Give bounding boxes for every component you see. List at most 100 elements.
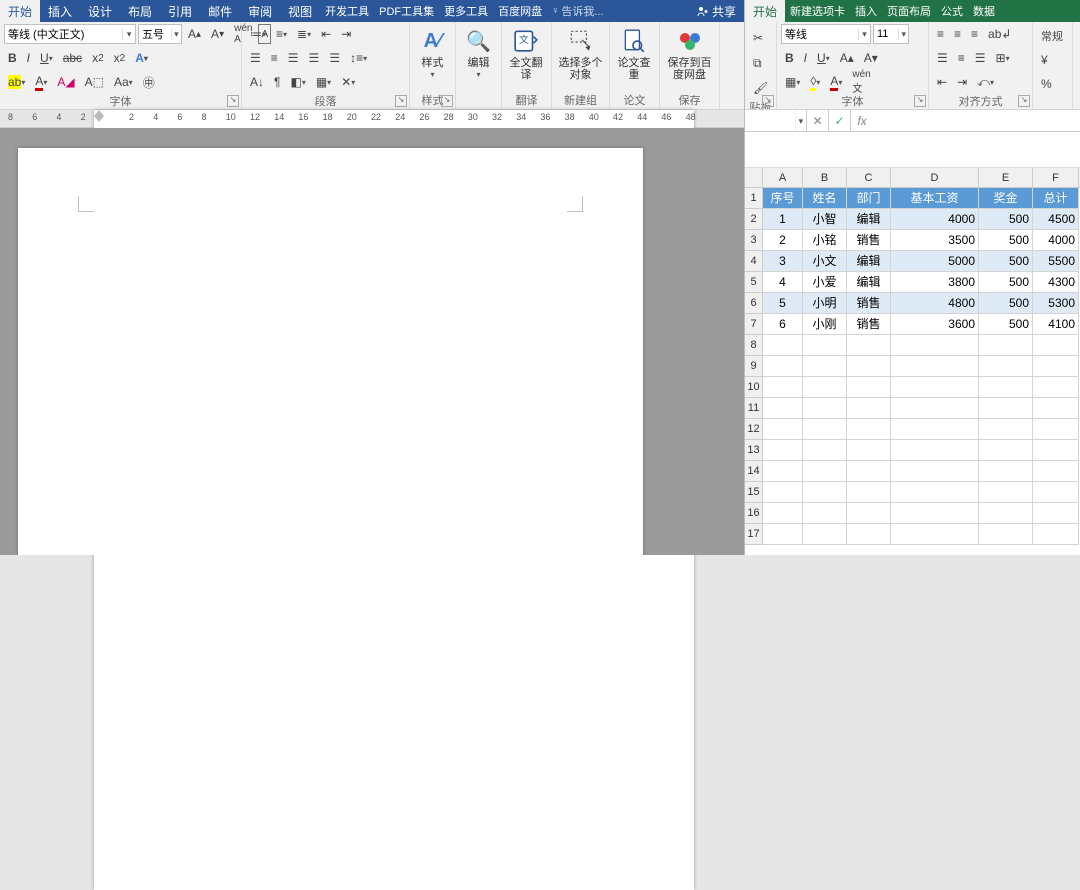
- cell[interactable]: [847, 482, 891, 503]
- word-tab-devtools[interactable]: 开发工具: [320, 0, 374, 22]
- select-all-corner[interactable]: [745, 168, 763, 187]
- cell[interactable]: 4500: [1033, 209, 1079, 230]
- cell[interactable]: 4300: [1033, 272, 1079, 293]
- word-tab-pdf[interactable]: PDF工具集: [374, 0, 439, 22]
- subscript-button[interactable]: x2: [88, 48, 108, 68]
- cell[interactable]: 5500: [1033, 251, 1079, 272]
- col-header-F[interactable]: F: [1033, 168, 1079, 187]
- indent-marker[interactable]: [94, 110, 104, 118]
- sort-button[interactable]: A↓: [246, 72, 268, 92]
- cell[interactable]: [847, 335, 891, 356]
- cell[interactable]: [979, 377, 1033, 398]
- cell[interactable]: [803, 524, 847, 545]
- header-cell[interactable]: 基本工资: [891, 188, 979, 209]
- excel-tab-insert[interactable]: 插入: [850, 0, 882, 22]
- superscript-button[interactable]: x2: [110, 48, 130, 68]
- align-bottom-button[interactable]: ≡: [967, 24, 982, 44]
- cell[interactable]: [891, 377, 979, 398]
- clear-format-button[interactable]: A◢: [53, 72, 78, 92]
- word-tab-references[interactable]: 引用: [160, 0, 200, 23]
- cell[interactable]: [1033, 482, 1079, 503]
- cell[interactable]: 500: [979, 293, 1033, 314]
- cell[interactable]: [979, 524, 1033, 545]
- cell[interactable]: [763, 335, 803, 356]
- bold-button[interactable]: B: [4, 48, 21, 68]
- cell[interactable]: 编辑: [847, 209, 891, 230]
- enter-formula-button[interactable]: ✓: [829, 110, 851, 131]
- thesis-button[interactable]: 论文查重: [614, 24, 654, 83]
- excel-tab-home[interactable]: 开始: [745, 0, 785, 23]
- cell[interactable]: 小智: [803, 209, 847, 230]
- row-header[interactable]: 15: [745, 482, 763, 503]
- row-header[interactable]: 10: [745, 377, 763, 398]
- cell[interactable]: [891, 524, 979, 545]
- cell[interactable]: [847, 524, 891, 545]
- col-header-D[interactable]: D: [891, 168, 979, 187]
- cell[interactable]: 4100: [1033, 314, 1079, 335]
- cell[interactable]: [1033, 524, 1079, 545]
- cell[interactable]: [1033, 335, 1079, 356]
- cell[interactable]: [891, 440, 979, 461]
- row-header[interactable]: 14: [745, 461, 763, 482]
- currency-button[interactable]: ¥: [1037, 50, 1052, 70]
- cell[interactable]: [979, 440, 1033, 461]
- cell[interactable]: 5: [763, 293, 803, 314]
- editing-button[interactable]: 🔍 编辑 ▾: [460, 24, 497, 81]
- cell[interactable]: [847, 377, 891, 398]
- excel-font-size-combo[interactable]: ▾: [873, 24, 909, 44]
- cell[interactable]: [763, 440, 803, 461]
- excel-tab-data[interactable]: 数据: [968, 0, 1000, 22]
- styles-dialog-launcher[interactable]: ↘: [441, 95, 453, 107]
- word-tab-more[interactable]: 更多工具: [439, 0, 493, 22]
- cell[interactable]: 3: [763, 251, 803, 272]
- cell[interactable]: [979, 482, 1033, 503]
- row-header[interactable]: 1: [745, 188, 763, 209]
- show-marks-button[interactable]: ¶: [270, 72, 284, 92]
- cancel-formula-button[interactable]: ✕: [807, 110, 829, 131]
- cell[interactable]: [891, 482, 979, 503]
- tell-me[interactable]: ♀ 告诉我...: [547, 3, 607, 19]
- select-objects-button[interactable]: 选择多个对象: [556, 24, 605, 83]
- cell[interactable]: [891, 335, 979, 356]
- indent-inc-button[interactable]: ⇥: [337, 24, 355, 44]
- cell[interactable]: 500: [979, 314, 1033, 335]
- save-baidu-button[interactable]: 保存到百度网盘: [664, 24, 715, 83]
- row-header[interactable]: 3: [745, 230, 763, 251]
- word-tab-insert[interactable]: 插入: [40, 0, 80, 23]
- cell[interactable]: [763, 482, 803, 503]
- cell[interactable]: [763, 398, 803, 419]
- merge-center-button[interactable]: ⊞ ▾: [992, 48, 1014, 68]
- asian-layout-button[interactable]: ✕ ▾: [337, 72, 359, 92]
- excel-indent-inc-button[interactable]: ⇥: [953, 72, 971, 92]
- cell[interactable]: [763, 503, 803, 524]
- styles-button[interactable]: A⁄ 样式 ▾: [414, 24, 451, 81]
- cell[interactable]: [763, 524, 803, 545]
- excel-tab-layout[interactable]: 页面布局: [882, 0, 936, 22]
- word-tab-review[interactable]: 审阅: [240, 0, 280, 23]
- cell[interactable]: 编辑: [847, 251, 891, 272]
- highlight-button[interactable]: ab ▾: [4, 72, 29, 92]
- excel-tab-formula[interactable]: 公式: [936, 0, 968, 22]
- row-header[interactable]: 6: [745, 293, 763, 314]
- cell[interactable]: 2: [763, 230, 803, 251]
- cell[interactable]: 小文: [803, 251, 847, 272]
- cell[interactable]: [979, 503, 1033, 524]
- excel-font-size-input[interactable]: [874, 25, 898, 43]
- align-right-button[interactable]: ☰: [284, 48, 303, 68]
- row-header[interactable]: 13: [745, 440, 763, 461]
- cell[interactable]: [1033, 503, 1079, 524]
- word-tab-baidu[interactable]: 百度网盘: [493, 0, 547, 22]
- change-case-button[interactable]: Aa ▾: [110, 72, 137, 92]
- paragraph-dialog-launcher[interactable]: ↘: [395, 95, 407, 107]
- col-header-E[interactable]: E: [979, 168, 1033, 187]
- header-cell[interactable]: 部门: [847, 188, 891, 209]
- row-header[interactable]: 16: [745, 503, 763, 524]
- font-size-combo[interactable]: ▾: [138, 24, 182, 44]
- cell[interactable]: 4: [763, 272, 803, 293]
- excel-borders-button[interactable]: ▦ ▾: [781, 72, 804, 92]
- row-header[interactable]: 17: [745, 524, 763, 545]
- row-header[interactable]: 8: [745, 335, 763, 356]
- cell[interactable]: 3800: [891, 272, 979, 293]
- cell[interactable]: 小刚: [803, 314, 847, 335]
- line-spacing-button[interactable]: ↕≡ ▾: [346, 48, 371, 68]
